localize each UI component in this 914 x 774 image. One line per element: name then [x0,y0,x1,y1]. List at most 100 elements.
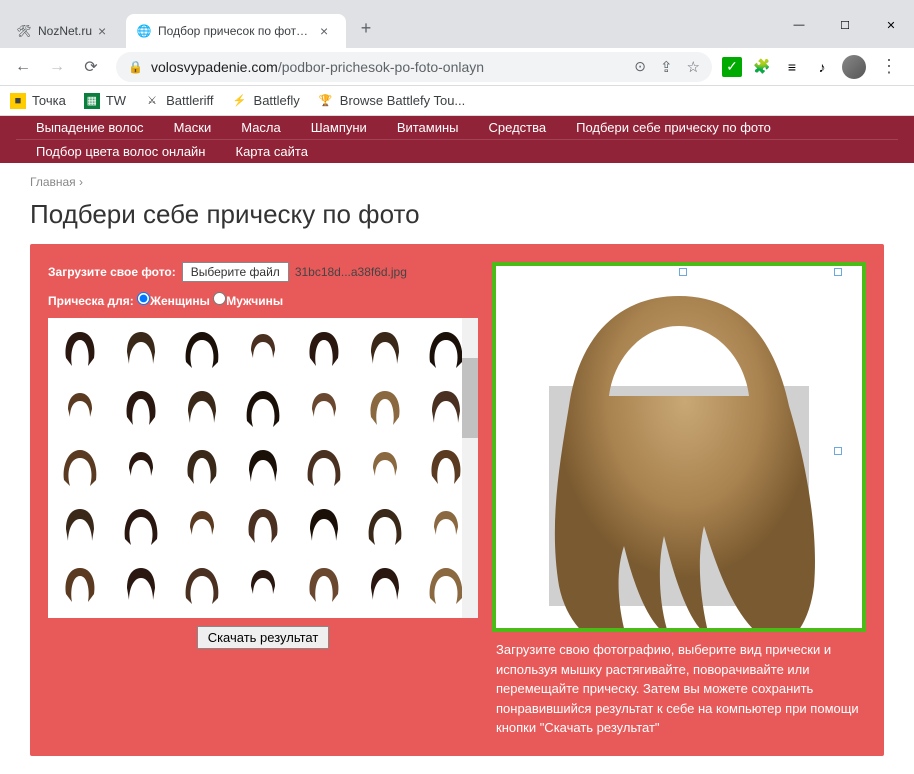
bookmark-tochka[interactable]: ■Точка [10,93,66,109]
hairstyle-option[interactable] [295,380,352,436]
nav-link[interactable]: Средства [489,120,547,135]
url-domain: volosvypadenie.com [151,59,278,75]
hairstyle-option[interactable] [356,557,413,613]
hairstyle-selector [48,318,478,618]
hairstyle-option[interactable] [51,557,108,613]
music-icon[interactable]: ♪ [812,57,832,77]
nav-row-1: Выпадение волос Маски Масла Шампуни Витамины… [16,116,898,140]
hairstyle-option[interactable] [234,439,291,495]
nav-link[interactable]: Подбери себе прическу по фото [576,120,771,135]
radio-men[interactable] [213,292,226,305]
hairstyle-option[interactable] [51,498,108,554]
extensions: ✓ 🧩 ≡ ♪ ⋮ [722,55,906,79]
hairstyle-option[interactable] [112,321,169,377]
hairstyle-option[interactable] [112,498,169,554]
hairstyle-option[interactable] [51,380,108,436]
share-icon[interactable]: ⇪ [660,58,673,76]
resize-handle-n[interactable] [679,268,687,276]
tab-title: Подбор причесок по фото онла [158,24,314,38]
tab-title: NozNet.ru [38,24,92,38]
star-icon[interactable]: ☆ [687,58,700,76]
page-content: Выпадение волос Маски Масла Шампуни Витамины… [0,116,914,774]
checkmark-icon[interactable]: ✓ [722,57,742,77]
globe-icon: 🌐 [136,23,152,39]
playlist-icon[interactable]: ≡ [782,57,802,77]
hairstyle-option[interactable] [173,557,230,613]
breadcrumb-sep: › [79,175,83,189]
upload-row: Загрузите свое фото: Выберите файл 31bc1… [48,262,478,282]
hairstyle-option[interactable] [234,380,291,436]
hairstyle-option[interactable] [295,557,352,613]
hairstyle-grid [48,318,478,616]
scrollbar-thumb[interactable] [462,358,478,438]
hairstyle-option[interactable] [112,557,169,613]
page-title: Подбери себе прическу по фото [0,189,914,244]
hairstyle-option[interactable] [51,321,108,377]
maximize-button[interactable]: ☐ [822,10,868,40]
hairstyle-option[interactable] [356,321,413,377]
browser-title-bar: 🛠 NozNet.ru × 🌐 Подбор причесок по фото … [0,0,914,48]
nav-link[interactable]: Подбор цвета волос онлайн [36,144,206,159]
nav-link[interactable]: Маски [174,120,212,135]
hairstyle-panel: Загрузите свое фото: Выберите файл 31bc1… [30,244,884,756]
label-men: Мужчины [226,294,283,308]
radio-women[interactable] [137,292,150,305]
nav-link[interactable]: Выпадение волос [36,120,144,135]
hairstyle-option[interactable] [295,321,352,377]
resize-handle-e[interactable] [834,447,842,455]
bookmark-tw[interactable]: ▦TW [84,93,126,109]
tab-active[interactable]: 🌐 Подбор причесок по фото онла × [126,14,346,48]
hairstyle-option[interactable] [234,557,291,613]
hairstyle-option[interactable] [173,498,230,554]
breadcrumb: Главная › [0,163,914,189]
search-icon[interactable]: ⊙ [634,58,646,75]
download-button[interactable]: Скачать результат [197,626,330,649]
hairstyle-option[interactable] [173,380,230,436]
instructions-text: Загрузите свою фотографию, выберите вид … [492,632,866,738]
hairstyle-overlay[interactable] [519,286,839,632]
preview-canvas[interactable] [492,262,866,632]
forward-button[interactable]: → [42,52,72,82]
hairstyle-option[interactable] [112,380,169,436]
controls-column: Загрузите свое фото: Выберите файл 31bc1… [48,262,478,738]
close-icon[interactable]: × [98,23,114,39]
address-bar[interactable]: 🔒 volosvypadenie.com/podbor-prichesok-po… [116,52,712,82]
window-controls: — ☐ ✕ [776,8,914,48]
bookmark-battlefly[interactable]: ⚡Battlefly [232,93,300,109]
hairstyle-option[interactable] [234,498,291,554]
bookmark-battleriff[interactable]: ⚔Battleriff [144,93,213,109]
close-button[interactable]: ✕ [868,10,914,40]
hairstyle-option[interactable] [356,380,413,436]
new-tab-button[interactable]: + [352,14,380,42]
hairstyle-option[interactable] [295,439,352,495]
profile-avatar[interactable] [842,55,866,79]
hairstyle-option[interactable] [234,321,291,377]
puzzle-icon[interactable]: 🧩 [752,57,772,77]
tab-noznet[interactable]: 🛠 NozNet.ru × [6,14,124,48]
choose-file-button[interactable]: Выберите файл [182,262,289,282]
nav-link[interactable]: Витамины [397,120,459,135]
minimize-button[interactable]: — [776,10,822,40]
hairstyle-option[interactable] [173,439,230,495]
hairstyle-option[interactable] [295,498,352,554]
reload-button[interactable]: ⟳ [76,52,106,82]
nav-link[interactable]: Карта сайта [236,144,308,159]
hairstyle-option[interactable] [173,321,230,377]
hairstyle-option[interactable] [356,439,413,495]
url-bar: ← → ⟳ 🔒 volosvypadenie.com/podbor-priche… [0,48,914,86]
nav-link[interactable]: Масла [241,120,281,135]
resize-handle-ne[interactable] [834,268,842,276]
close-icon[interactable]: × [320,23,336,39]
hairstyle-option[interactable] [356,498,413,554]
site-nav: Выпадение волос Маски Масла Шампуни Витамины… [0,116,914,163]
bookmark-battlefy[interactable]: 🏆Browse Battlefy Tou... [318,93,466,109]
nav-link[interactable]: Шампуни [311,120,367,135]
breadcrumb-home[interactable]: Главная [30,175,76,189]
url-path: /podbor-prichesok-po-foto-onlayn [278,59,484,75]
menu-button[interactable]: ⋮ [876,56,902,77]
bookmarks-bar: ■Точка ▦TW ⚔Battleriff ⚡Battlefly 🏆Brows… [0,86,914,116]
back-button[interactable]: ← [8,52,38,82]
hairstyle-option[interactable] [112,439,169,495]
scrollbar[interactable] [462,318,478,618]
hairstyle-option[interactable] [51,439,108,495]
